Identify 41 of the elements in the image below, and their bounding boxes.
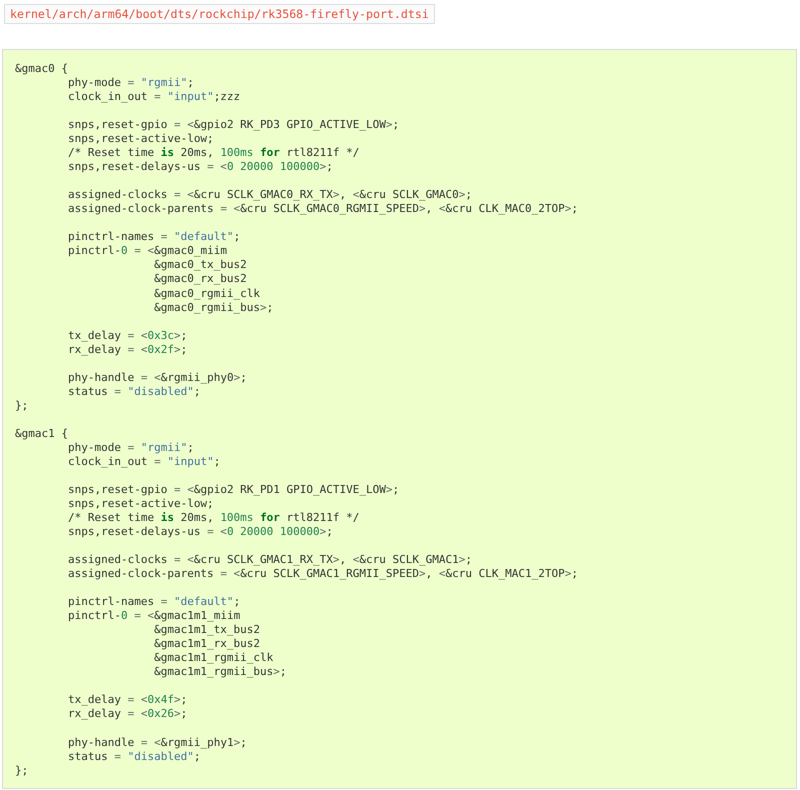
- code-line: assigned-clock-parents = <&cru SCLK_GMAC0_RGMII_SPEED>, <&cru CLK_MAC0_2TOP>;: [66, 202, 578, 216]
- code-line: tx_delay = <0x3c>;: [66, 328, 188, 343]
- code-line: status = "disabled";: [66, 750, 200, 764]
- code-line: rx_delay = <0x2f>;: [66, 342, 188, 357]
- code-line: rx_delay = <0x26>;: [66, 707, 188, 722]
- code-line: snps,reset-gpio = <&gpio2 RK_PD1 GPIO_ACTIVE_LOW>;: [66, 482, 400, 497]
- code-line: snps,reset-active-low;: [66, 132, 214, 146]
- code-line: snps,reset-delays-us = <0 20000 100000>;: [66, 160, 333, 174]
- code-line: pinctrl-names = "default";: [66, 595, 240, 610]
- code-line: /* Reset time is 20ms, 100ms for rtl8211f */: [66, 511, 360, 526]
- code-line: phy-mode = "rgmii";: [66, 76, 194, 90]
- code-line: snps,reset-active-low;: [66, 496, 214, 511]
- code-line: tx_delay = <0x4f>;: [66, 693, 188, 708]
- code-line: phy-handle = <&rgmii_phy1>;: [66, 736, 247, 750]
- code-line: phy-handle = <&rgmii_phy0>;: [66, 370, 247, 385]
- code-line: &gmac0_rgmii_bus>;: [153, 300, 274, 315]
- code-line: &gmac0_tx_bus2: [153, 258, 247, 272]
- code-line: assigned-clocks = <&cru SCLK_GMAC0_RX_TX>, <&cru SCLK_GMAC0>;: [66, 188, 472, 202]
- code-line: &gmac1m1_rgmii_bus>;: [153, 665, 287, 680]
- code-line: &gmac1m1_rgmii_clk: [153, 651, 274, 666]
- code-line: pinctrl-0 = <&gmac1m1_miim: [66, 609, 240, 624]
- code-line: assigned-clocks = <&cru SCLK_GMAC1_RX_TX>, <&cru SCLK_GMAC1>;: [66, 553, 472, 568]
- code-line: &gmac1 {: [15, 426, 68, 441]
- code-line: &gmac1m1_tx_bus2: [153, 623, 260, 638]
- code-line: &gmac0_rgmii_clk: [153, 286, 260, 301]
- code-line: snps,reset-gpio = <&gpio2 RK_PD3 GPIO_ACTIVE_LOW>;: [66, 118, 400, 132]
- code-line: pinctrl-names = "default";: [66, 230, 240, 244]
- code-line: clock_in_out = "input";: [66, 454, 220, 469]
- code-line: phy-mode = "rgmii";: [66, 440, 194, 455]
- file-path: kernel/arch/arm64/boot/dts/rockchip/rk3568-firefly-port.dtsi: [4, 4, 435, 24]
- code-line: &gmac0_rx_bus2: [153, 272, 247, 286]
- code-line: assigned-clock-parents = <&cru SCLK_GMAC1_RGMII_SPEED>, <&cru CLK_MAC1_2TOP>;: [66, 567, 578, 582]
- code-line: &gmac0 {: [15, 62, 68, 76]
- code-line: &gmac1m1_rx_bus2: [153, 637, 260, 652]
- code-line: clock_in_out = "input";zzz: [66, 90, 240, 104]
- code-line: status = "disabled";: [66, 384, 200, 399]
- code-line: /* Reset time is 20ms, 100ms for rtl8211f */: [66, 146, 360, 160]
- code-line: };: [15, 764, 28, 778]
- code-line: snps,reset-delays-us = <0 20000 100000>;: [66, 525, 333, 540]
- code-line: };: [15, 398, 28, 413]
- code-line: pinctrl-0 = <&gmac0_miim: [66, 244, 227, 258]
